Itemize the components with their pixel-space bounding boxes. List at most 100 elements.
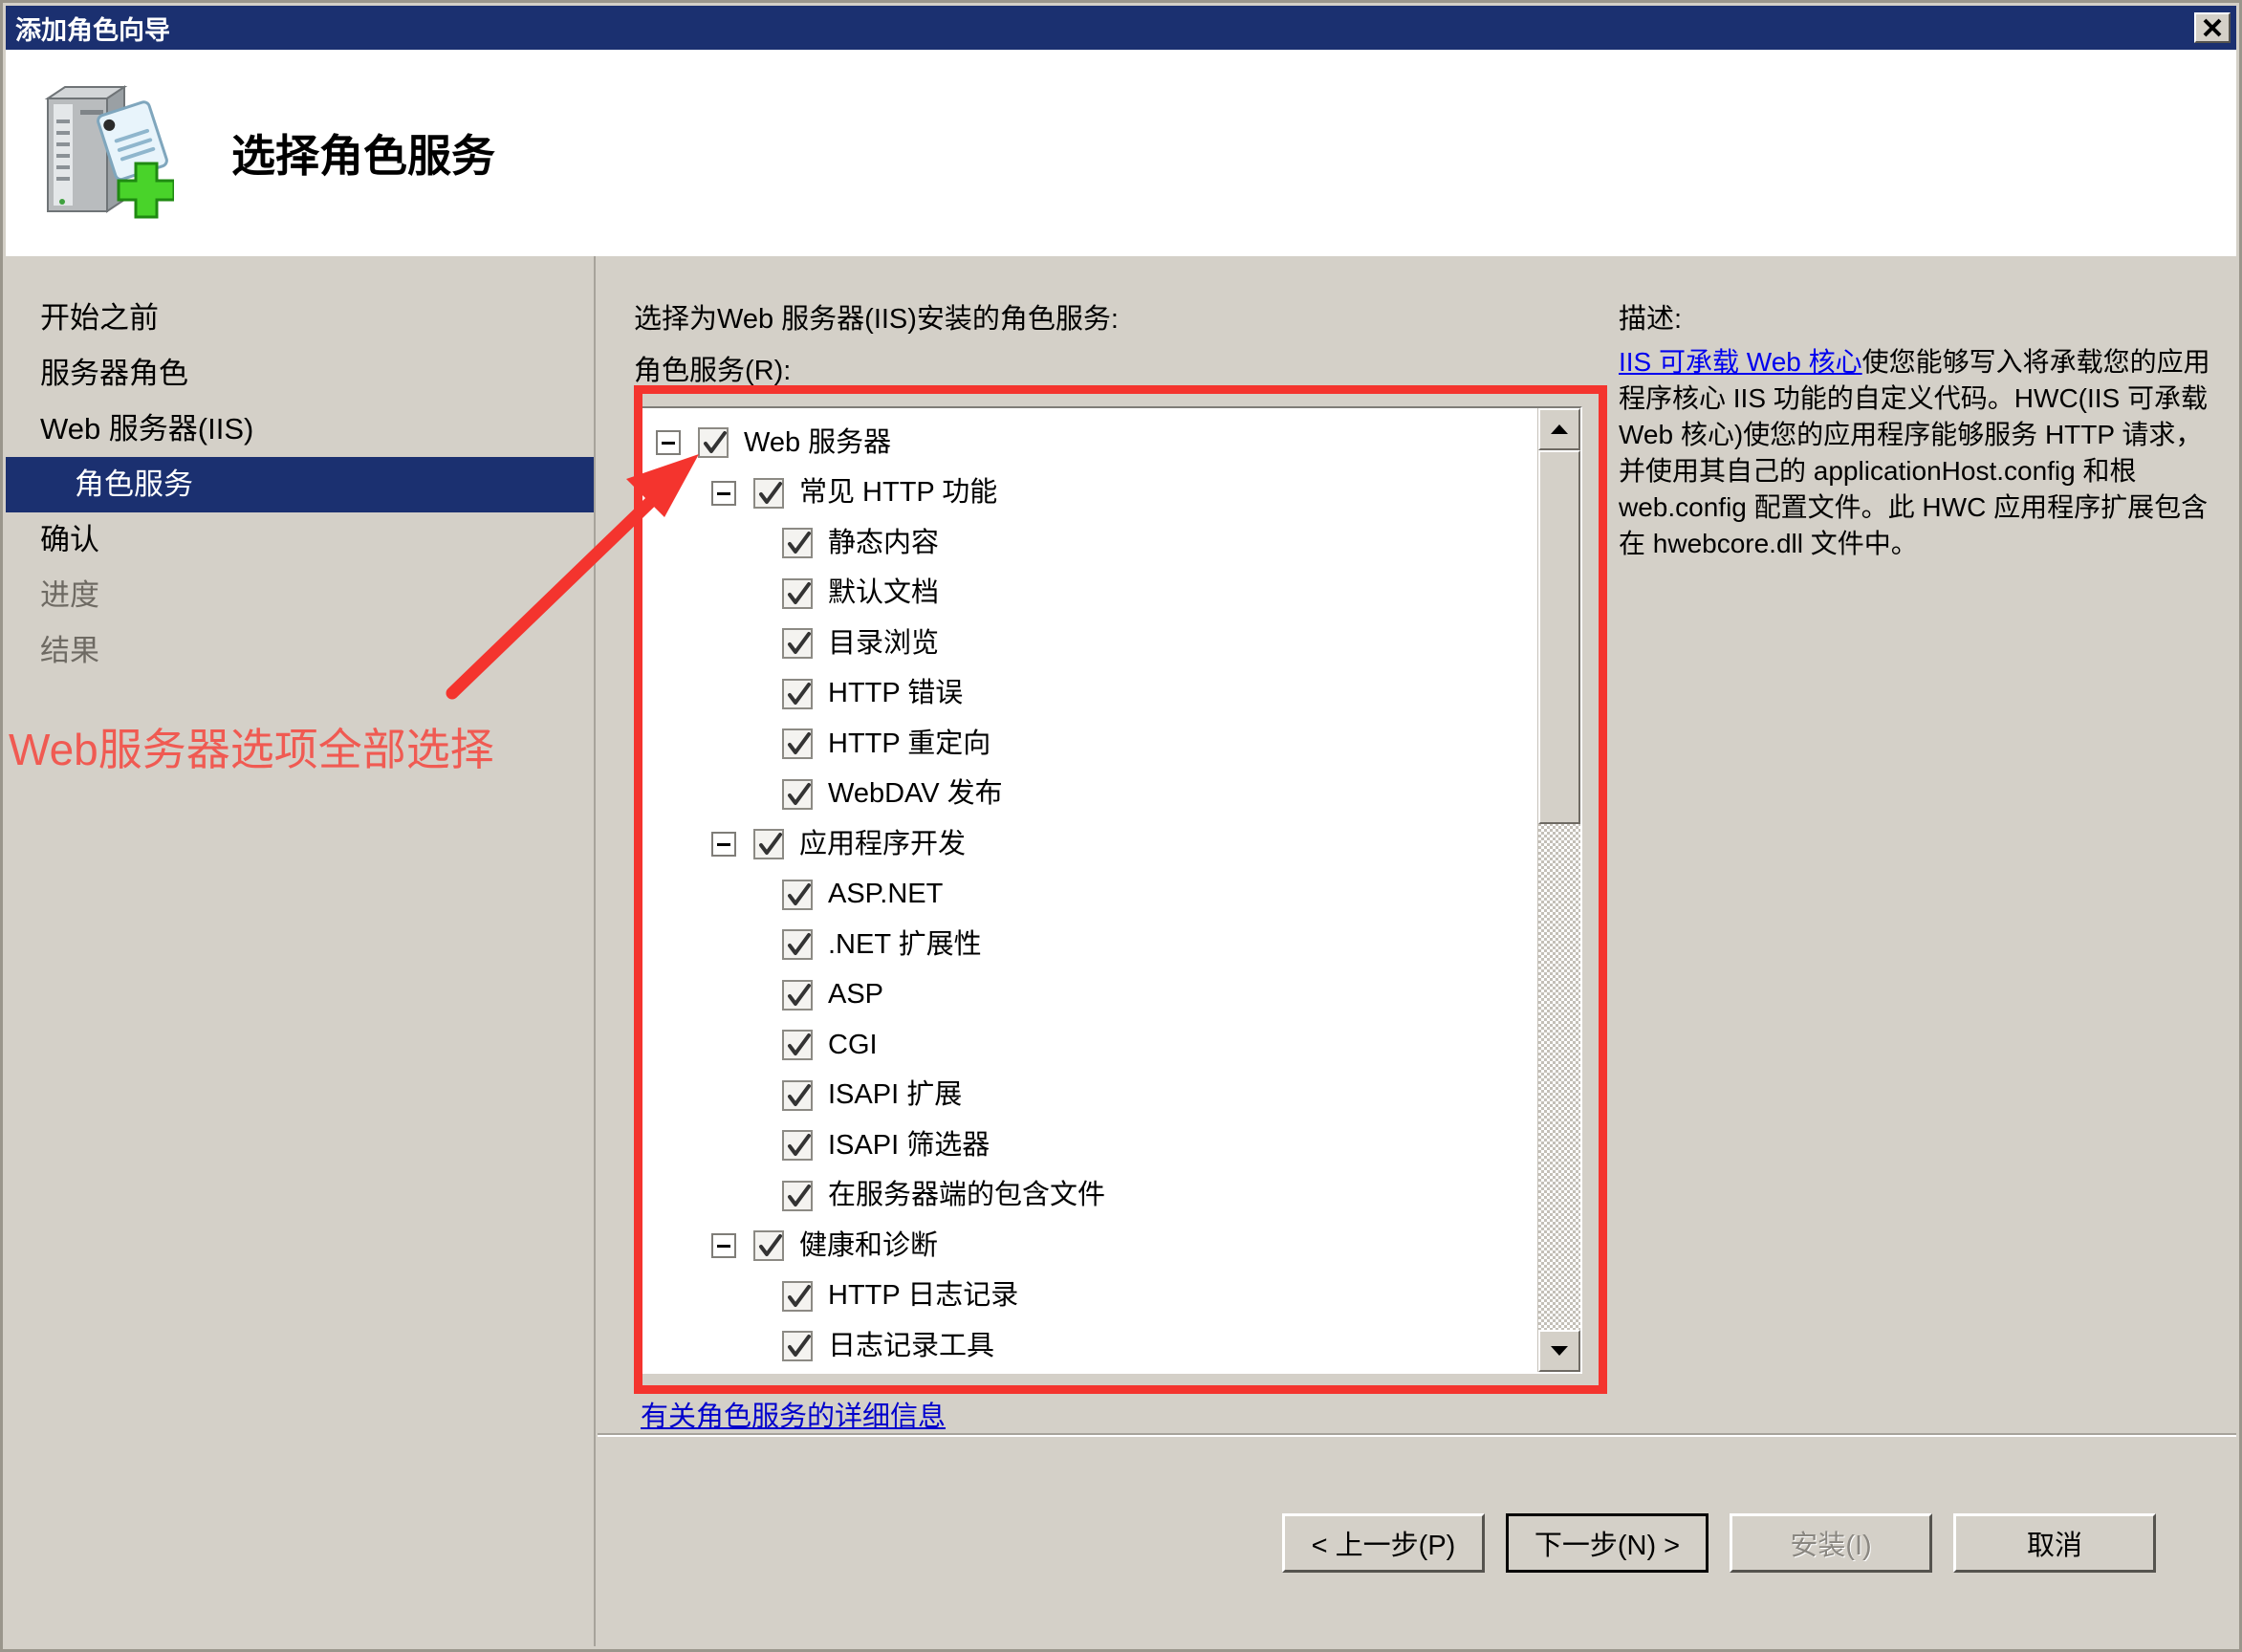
vertical-scrollbar[interactable] <box>1537 408 1580 1372</box>
tree-item-label: ISAPI 扩展 <box>828 1079 963 1111</box>
intro-text-primary: 选择为Web 服务器(IIS)安装的角色服务: <box>634 304 1119 335</box>
tree-row[interactable]: ISAPI 筛选器 <box>642 1120 1537 1171</box>
checkbox[interactable] <box>698 427 729 459</box>
checkbox[interactable] <box>782 1130 813 1162</box>
back-button[interactable]: < 上一步(P) <box>1282 1512 1485 1573</box>
sidebar-item[interactable]: 确认 <box>6 512 594 568</box>
tree-row[interactable]: WebDAV 发布 <box>642 770 1537 820</box>
scrollbar-thumb[interactable] <box>1538 450 1580 824</box>
tree-row[interactable]: 默认文档 <box>642 569 1537 620</box>
role-services-label: 角色服务(R): <box>634 356 792 386</box>
sidebar-item[interactable]: Web 服务器(IIS) <box>6 402 594 457</box>
tree-item-label: 日志记录工具 <box>828 1330 995 1361</box>
server-role-icon <box>31 81 176 225</box>
checkbox[interactable] <box>753 829 784 860</box>
tree-item-label: HTTP 日志记录 <box>828 1280 1019 1312</box>
sidebar-item[interactable]: 进度 <box>6 568 594 623</box>
scroll-down-button[interactable] <box>1538 1330 1580 1372</box>
tree-item-label: 目录浏览 <box>828 627 940 659</box>
close-icon <box>2203 18 2222 37</box>
description-inline-link[interactable]: IIS 可承载 Web 核心 <box>1619 347 1862 377</box>
checkbox[interactable] <box>782 929 813 961</box>
tree-row[interactable]: 健康和诊断 <box>642 1221 1537 1272</box>
description-body: IIS 可承载 Web 核心使您能够写入将承载您的应用程序核心 IIS 功能的自… <box>1619 344 2211 562</box>
checkbox[interactable] <box>782 1030 813 1061</box>
check-icon <box>788 732 811 755</box>
tree-row[interactable]: Web 服务器 <box>642 418 1537 468</box>
tree-row[interactable]: ASP <box>642 970 1537 1021</box>
role-services-listbox[interactable]: Web 服务器常见 HTTP 功能静态内容默认文档目录浏览 HTTP 错误 HTTP… <box>641 406 1582 1374</box>
checkbox[interactable] <box>782 879 813 910</box>
tree-row[interactable]: ASP.NET <box>642 870 1537 921</box>
tree-row[interactable]: 常见 HTTP 功能 <box>642 468 1537 519</box>
scrollbar-track[interactable] <box>1538 450 1580 1330</box>
checkbox[interactable] <box>782 1280 813 1312</box>
scroll-up-button[interactable] <box>1538 408 1580 450</box>
checkbox[interactable] <box>782 528 813 559</box>
collapse-minus-icon[interactable] <box>711 1233 736 1259</box>
tree-row[interactable]: HTTP 日志记录 <box>642 1272 1537 1322</box>
tree-row[interactable]: CGI <box>642 1020 1537 1071</box>
tree-row[interactable]: HTTP 错误 <box>642 669 1537 720</box>
next-button[interactable]: 下一步(N) > <box>1506 1512 1709 1573</box>
check-icon <box>788 532 811 554</box>
checkbox[interactable] <box>782 1331 813 1362</box>
tree-row[interactable]: 目录浏览 <box>642 619 1537 669</box>
tree-item-label: ISAPI 筛选器 <box>828 1129 990 1161</box>
cancel-button[interactable]: 取消 <box>1953 1512 2156 1573</box>
check-icon <box>788 1335 811 1358</box>
tree-item-label: 应用程序开发 <box>799 828 967 859</box>
close-button[interactable] <box>2194 12 2231 43</box>
tree-row[interactable]: 静态内容 <box>642 518 1537 569</box>
check-icon <box>788 1033 811 1056</box>
tree-row[interactable]: ISAPI 扩展 <box>642 1071 1537 1121</box>
tree-row[interactable]: 请求监视 <box>642 1372 1537 1373</box>
check-icon <box>704 431 727 454</box>
sidebar-item[interactable]: 开始之前 <box>6 291 594 346</box>
checkbox[interactable] <box>782 979 813 1011</box>
description-body-text: 使您能够写入将承载您的应用程序核心 IIS 功能的自定义代码。HWC(IIS 可… <box>1619 347 2210 558</box>
tree-row[interactable]: .NET 扩展性 <box>642 920 1537 970</box>
checkbox[interactable] <box>782 1180 813 1211</box>
check-icon <box>788 682 811 705</box>
checkbox[interactable] <box>782 678 813 709</box>
caret-up-icon <box>1551 424 1568 434</box>
check-icon <box>788 983 811 1006</box>
checkbox[interactable] <box>753 477 784 509</box>
tree-row[interactable]: HTTP 重定向 <box>642 719 1537 770</box>
sidebar-item[interactable]: 服务器角色 <box>6 346 594 402</box>
tree-item-label: CGI <box>828 1029 878 1060</box>
tree-item-label: HTTP 重定向 <box>828 728 991 759</box>
tree-item-label: ASP <box>828 979 884 1011</box>
checkbox[interactable] <box>753 1230 784 1262</box>
sidebar-item[interactable]: 结果 <box>6 623 594 679</box>
role-services-more-info-link[interactable]: 有关角色服务的详细信息 <box>641 1394 946 1434</box>
check-icon <box>759 833 782 856</box>
collapse-minus-icon[interactable] <box>711 480 736 506</box>
checkbox[interactable] <box>782 628 813 660</box>
collapse-minus-icon[interactable] <box>711 832 736 858</box>
sidebar-item[interactable]: 角色服务 <box>6 457 594 512</box>
checkbox[interactable] <box>782 1079 813 1111</box>
description-heading: 描述: <box>1619 304 1683 335</box>
annotation-note-text: Web服务器选项全部选择 <box>9 725 494 774</box>
check-icon <box>788 632 811 655</box>
check-icon <box>759 481 782 504</box>
wizard-header: 选择角色服务 <box>6 50 2236 256</box>
tree-item-label: Web 服务器 <box>744 426 892 458</box>
tree-row[interactable]: 日志记录工具 <box>642 1321 1537 1372</box>
tree-item-label: ASP.NET <box>828 879 944 910</box>
checkbox[interactable] <box>782 728 813 760</box>
checkbox[interactable] <box>782 577 813 609</box>
collapse-minus-icon[interactable] <box>656 430 681 456</box>
tree-row[interactable]: 在服务器端的包含文件 <box>642 1171 1537 1222</box>
tree-item-label: 默认文档 <box>828 577 940 609</box>
tree-item-label: 健康和诊断 <box>799 1229 939 1261</box>
tree-item-label: .NET 扩展性 <box>828 928 982 960</box>
tree-row[interactable]: 应用程序开发 <box>642 819 1537 870</box>
role-services-tree: Web 服务器常见 HTTP 功能静态内容默认文档目录浏览 HTTP 错误 HTTP… <box>642 408 1537 1372</box>
caret-down-icon <box>1551 1346 1568 1356</box>
checkbox[interactable] <box>782 778 813 810</box>
tree-item-label: 静态内容 <box>828 527 940 558</box>
page-title: 选择角色服务 <box>231 131 495 181</box>
